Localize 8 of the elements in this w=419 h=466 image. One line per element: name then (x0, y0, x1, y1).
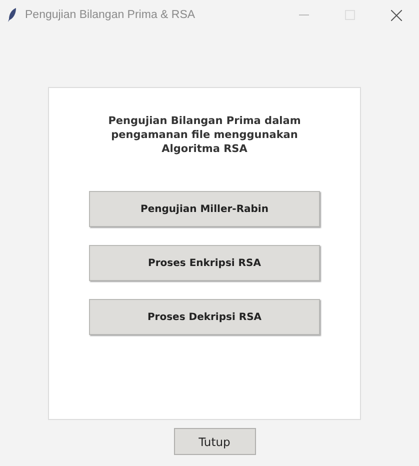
window-title: Pengujian Bilangan Prima & RSA (25, 9, 196, 21)
action-button[interactable]: Pengujian Miller-Rabin (89, 191, 320, 227)
action-button[interactable]: Proses Enkripsi RSA (89, 245, 320, 281)
tutup-button[interactable]: Tutup (174, 428, 256, 455)
close-icon[interactable] (390, 10, 402, 20)
feather-icon (8, 8, 17, 22)
action-button[interactable]: Proses Dekripsi RSA (89, 299, 320, 335)
heading: Pengujian Bilangan Prima dalam pengamanan file menggunakan Algoritma RSA (107, 114, 302, 156)
